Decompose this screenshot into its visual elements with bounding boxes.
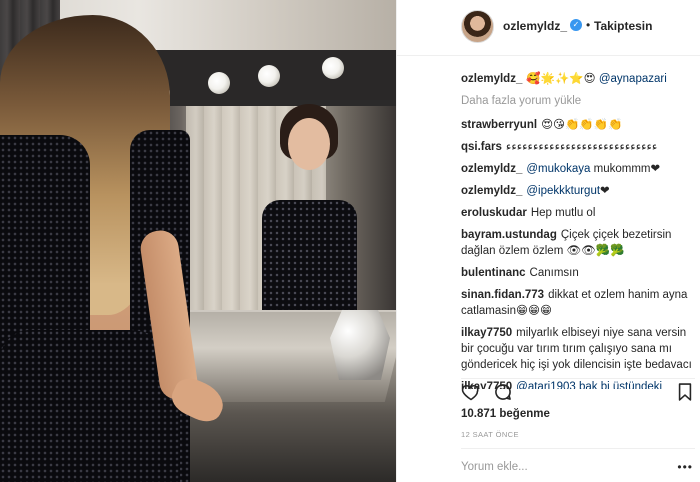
following-button[interactable]: Takiptesin: [594, 19, 652, 33]
comment-text: 😍😘👏👏👏👏: [541, 119, 623, 131]
caption-text: 🥰🌟✨⭐😍: [526, 73, 599, 85]
comment-text: Hep mutlu ol: [530, 207, 596, 219]
comment-username[interactable]: ilkay7750: [461, 327, 512, 339]
comment-username[interactable]: strawberryunl: [461, 119, 537, 131]
heart-icon[interactable]: [461, 382, 481, 402]
comment: bulentinanc Canımsın: [461, 265, 693, 281]
comment: qsi.fars ءءءءءءءءءءءءءءءءءءءءءءءءءءءء: [461, 139, 693, 155]
comment-username[interactable]: ozlemyldz_: [461, 185, 522, 197]
comment-username[interactable]: sinan.fidan.773: [461, 289, 544, 301]
post-sidebar: ozlemyldz_ ✓ • Takiptesin ozlemyldz_ 🥰🌟✨⭐…: [396, 0, 700, 482]
woman-dress-skirt: [0, 330, 180, 482]
comment-username[interactable]: bulentinanc: [461, 267, 526, 279]
post-photo[interactable]: [0, 0, 396, 482]
post-timestamp: 12 SAAT ÖNCE: [461, 430, 519, 439]
comment: ozlemyldz_ @mukokaya mukommm❤: [461, 161, 693, 177]
comment: sinan.fidan.773 dikkat et ozlem hanim ayn…: [461, 287, 693, 319]
comment-username[interactable]: ozlemyldz_: [461, 163, 522, 175]
comment-username[interactable]: bayram.ustundag: [461, 229, 557, 241]
comment-list: ozlemyldz_ 🥰🌟✨⭐😍 @aynapazari Daha fazla y…: [461, 71, 693, 389]
comment: eroluskudar Hep mutlu ol: [461, 205, 693, 221]
comment-mention[interactable]: @ipekkkturgut: [526, 185, 600, 197]
comment-text: mukommm❤: [590, 163, 661, 175]
verified-badge-icon: ✓: [570, 19, 582, 31]
post-header: ozlemyldz_ ✓ • Takiptesin: [397, 0, 700, 56]
caption-username[interactable]: ozlemyldz_: [461, 73, 522, 85]
light-bulb: [208, 72, 230, 94]
comment: bayram.ustundag Çiçek çiçek bezetirsin da…: [461, 227, 693, 259]
like-count[interactable]: 10.871 beğenme: [461, 408, 550, 420]
perfume-bottle: [330, 310, 390, 380]
comment-mention[interactable]: @mukokaya: [526, 163, 590, 175]
reflection-face: [288, 118, 330, 170]
comment-text: ءءءءءءءءءءءءءءءءءءءءءءءءءءءء: [505, 141, 658, 153]
light-bulb: [258, 65, 280, 87]
caption: ozlemyldz_ 🥰🌟✨⭐😍 @aynapazari: [461, 71, 693, 87]
comment-username[interactable]: qsi.fars: [461, 141, 502, 153]
comment-icon[interactable]: [493, 382, 513, 402]
comment-text: ❤: [600, 185, 610, 197]
avatar[interactable]: [461, 10, 494, 43]
comment-input[interactable]: [461, 458, 661, 476]
comment: ozlemyldz_ @ipekkkturgut❤: [461, 183, 693, 199]
header-username[interactable]: ozlemyldz_: [503, 19, 567, 33]
load-more-comments[interactable]: Daha fazla yorum yükle: [461, 93, 693, 109]
comment-username[interactable]: eroluskudar: [461, 207, 527, 219]
comment: ilkay7750 milyarlık elbiseyi niye sana ve…: [461, 325, 693, 373]
caption-mention[interactable]: @aynapazari: [599, 73, 667, 85]
light-bulb: [322, 57, 344, 79]
header-separator: •: [586, 18, 591, 32]
add-comment-bar: •••: [461, 448, 695, 482]
action-bar: [461, 378, 695, 404]
comment: strawberryunl 😍😘👏👏👏👏: [461, 117, 693, 133]
more-options-icon[interactable]: •••: [677, 460, 693, 474]
bookmark-icon[interactable]: [675, 382, 695, 402]
comment-text: Canımsın: [529, 267, 579, 279]
